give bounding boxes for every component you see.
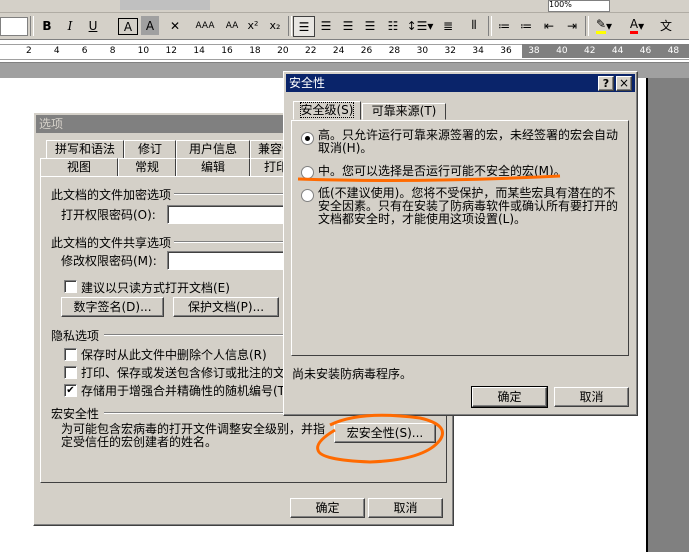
annotation-underline: [297, 174, 561, 182]
annotation-circle: [316, 413, 444, 464]
annotation-overlay: [297, 174, 561, 464]
